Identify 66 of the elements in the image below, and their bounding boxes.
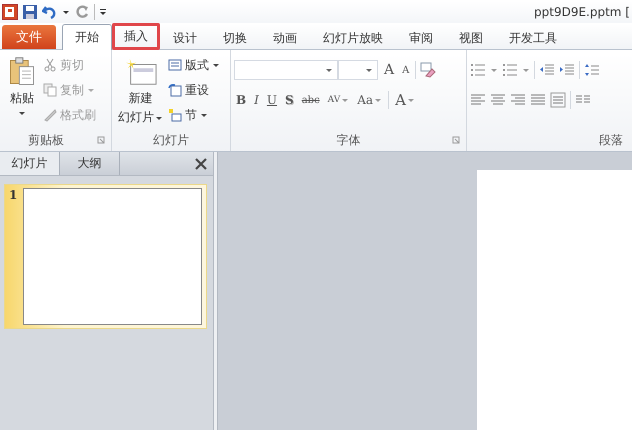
format-button[interactable]: S bbox=[283, 93, 296, 108]
caret-icon bbox=[365, 66, 373, 74]
slide-thumbnail-row[interactable]: 1 bbox=[4, 184, 207, 329]
ribbon-tab[interactable]: 幻灯片放映 bbox=[310, 26, 396, 50]
close-icon[interactable] bbox=[195, 158, 207, 170]
panel-tab[interactable]: 大纲 bbox=[60, 152, 120, 175]
format-button[interactable]: abc bbox=[300, 94, 322, 106]
list-icon[interactable] bbox=[502, 62, 518, 78]
layout-icon bbox=[168, 58, 182, 72]
window-title: ppt9D9E.pptm [ bbox=[534, 4, 631, 19]
file-tab[interactable]: 文件 bbox=[2, 25, 56, 50]
format-button[interactable]: U bbox=[264, 93, 280, 108]
ribbon-tab[interactable]: 开发工具 bbox=[496, 26, 570, 50]
ribbon-tab[interactable]: 视图 bbox=[446, 26, 496, 50]
format-button[interactable]: I bbox=[252, 93, 261, 108]
copy-icon bbox=[43, 83, 57, 98]
caret-icon[interactable] bbox=[490, 66, 498, 74]
ribbon-tab[interactable]: 动画 bbox=[260, 26, 310, 50]
brush-icon bbox=[43, 108, 57, 122]
format-button[interactable]: A bbox=[393, 91, 417, 110]
line-spacing-icon[interactable] bbox=[584, 62, 600, 78]
customize-icon[interactable] bbox=[99, 8, 107, 16]
ribbon-tab[interactable]: 插入 bbox=[112, 23, 160, 50]
group-label: 幻灯片 bbox=[153, 132, 189, 148]
format-button[interactable]: B bbox=[234, 93, 248, 108]
app-icon[interactable] bbox=[2, 4, 18, 20]
panel-tab[interactable]: 幻灯片 bbox=[0, 152, 60, 175]
group-label: 字体 bbox=[336, 132, 360, 148]
clear-formatting-icon[interactable] bbox=[420, 62, 436, 78]
caret-icon bbox=[87, 86, 95, 94]
group-label: 剪贴板 bbox=[28, 132, 64, 148]
dialog-launcher-icon[interactable] bbox=[97, 136, 105, 144]
caret-icon bbox=[341, 96, 350, 104]
slide-number: 1 bbox=[9, 188, 18, 204]
format-button[interactable]: Aa bbox=[355, 93, 384, 108]
slide-thumbnail[interactable] bbox=[23, 188, 202, 325]
caret-icon bbox=[374, 96, 382, 104]
distribute-icon[interactable] bbox=[550, 92, 566, 108]
undo-icon[interactable] bbox=[42, 4, 58, 20]
font-name-field[interactable] bbox=[234, 60, 338, 80]
reset-icon bbox=[168, 83, 182, 98]
caret-icon bbox=[325, 66, 333, 74]
new-slide-button[interactable]: 新建 幻灯片 bbox=[115, 54, 166, 129]
caret-icon bbox=[212, 61, 220, 70]
scissors-icon bbox=[43, 58, 57, 72]
slide-option-button[interactable]: 节 bbox=[168, 104, 220, 126]
list-icon[interactable] bbox=[470, 62, 486, 78]
grow-font-button[interactable]: A bbox=[382, 62, 396, 78]
ribbon-tab[interactable]: 设计 bbox=[160, 26, 210, 50]
caret-icon bbox=[200, 111, 208, 120]
caret-icon bbox=[18, 109, 26, 118]
group-label: 段落 bbox=[599, 132, 623, 148]
caret-icon[interactable] bbox=[522, 66, 530, 74]
ribbon-tab[interactable]: 切换 bbox=[210, 26, 260, 50]
ribbon-tab[interactable]: 开始 bbox=[62, 24, 112, 50]
section-icon bbox=[168, 108, 182, 122]
format-button[interactable]: AV bbox=[326, 95, 352, 106]
font-size-field[interactable] bbox=[338, 60, 378, 80]
shrink-font-button[interactable]: A bbox=[400, 64, 412, 76]
save-icon[interactable] bbox=[22, 4, 38, 20]
dialog-launcher-icon[interactable] bbox=[452, 136, 460, 144]
slide-option-button[interactable]: 重设 bbox=[168, 79, 220, 102]
ribbon-tab[interactable]: 审阅 bbox=[396, 26, 446, 50]
paste-button[interactable]: 粘贴 bbox=[3, 54, 41, 129]
slide-option-button[interactable]: 版式 bbox=[168, 54, 220, 76]
caret-icon bbox=[406, 96, 415, 104]
